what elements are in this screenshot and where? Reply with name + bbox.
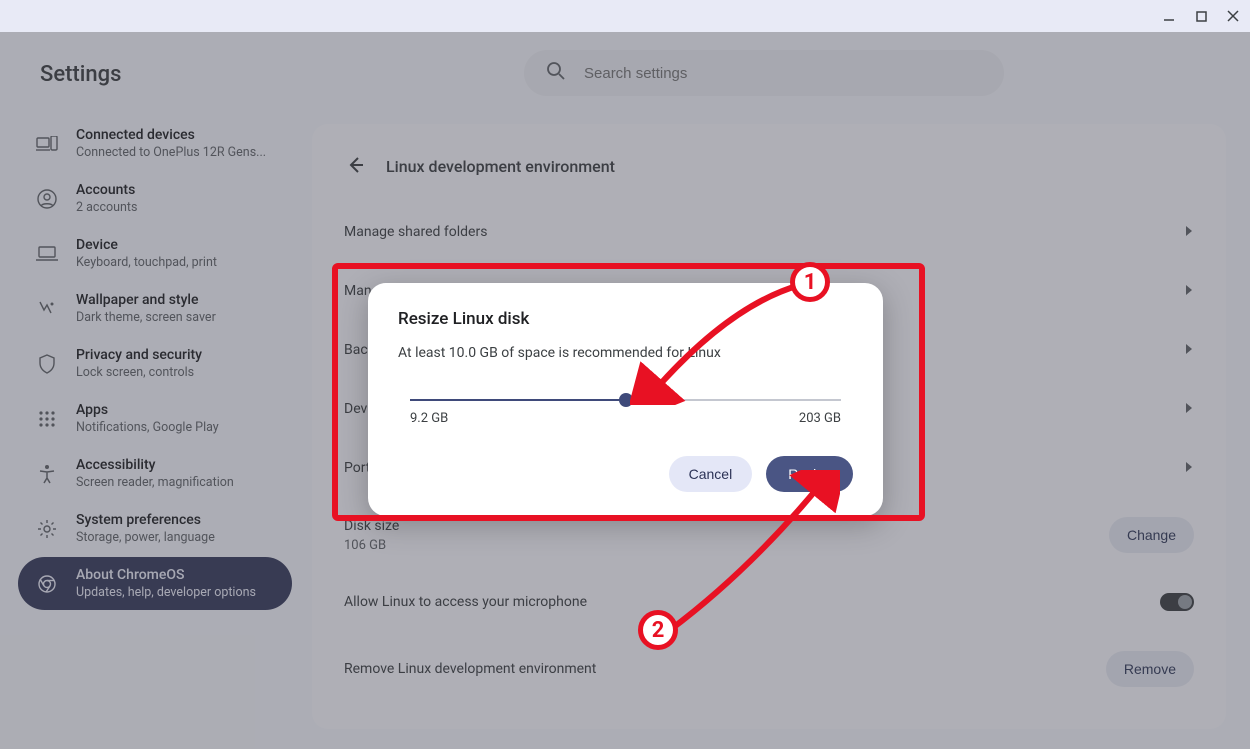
slider-fill [410,399,626,401]
slider-min-label: 9.2 GB [410,411,448,426]
close-window-button[interactable] [1224,7,1242,25]
slider-thumb[interactable] [619,393,633,407]
resize-button[interactable]: Resize [766,456,853,492]
resize-disk-dialog: Resize Linux disk At least 10.0 GB of sp… [368,283,883,516]
dialog-description: At least 10.0 GB of space is recommended… [398,345,853,361]
slider-max-label: 203 GB [799,411,841,426]
dialog-actions: Cancel Resize [398,456,853,492]
window-titlebar [0,0,1250,32]
cancel-button[interactable]: Cancel [669,456,753,492]
maximize-button[interactable] [1192,7,1210,25]
disk-size-slider[interactable] [410,399,841,401]
slider-labels: 9.2 GB 203 GB [410,411,841,426]
minimize-button[interactable] [1160,7,1178,25]
dialog-title: Resize Linux disk [398,309,853,329]
slider-track [410,399,841,401]
